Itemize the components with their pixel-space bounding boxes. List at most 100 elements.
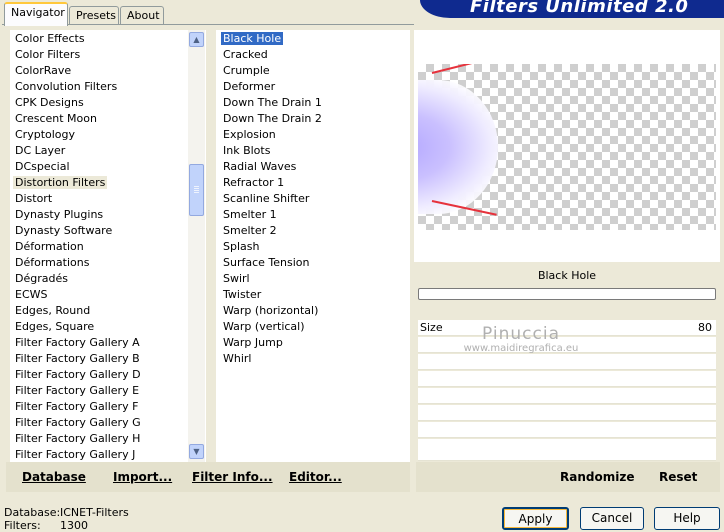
param-row-empty	[418, 405, 716, 421]
filter-item-label: Refractor 1	[223, 176, 285, 189]
tab-about[interactable]: About	[120, 6, 164, 25]
filter-item[interactable]: Black Hole	[221, 31, 284, 47]
scroll-down-icon[interactable]: ▼	[189, 444, 204, 459]
category-item[interactable]: ECWS	[13, 287, 50, 303]
category-item[interactable]: Déformation	[13, 239, 86, 255]
category-item[interactable]: Color Effects	[13, 31, 87, 47]
category-item-label: Distortion Filters	[13, 176, 108, 189]
category-item-label: Crescent Moon	[15, 112, 97, 125]
filter-item-label: Ink Blots	[223, 144, 271, 157]
category-item-label: Convolution Filters	[15, 80, 118, 93]
filter-item[interactable]: Smelter 1	[221, 207, 279, 223]
filter-item-label: Explosion	[223, 128, 276, 141]
category-item-label: ColorRave	[15, 64, 72, 77]
reset-button[interactable]: Reset	[659, 470, 697, 484]
param-value[interactable]: 80	[698, 321, 712, 334]
scroll-up-icon[interactable]: ▲	[189, 32, 204, 47]
filter-item[interactable]: Whirl	[221, 351, 253, 367]
filter-item[interactable]: Explosion	[221, 127, 278, 143]
category-list[interactable]: Color Effects Color Filters ColorRave Convo…	[10, 30, 206, 462]
category-item[interactable]: Dégradés	[13, 271, 70, 287]
filter-item[interactable]: Down The Drain 2	[221, 111, 324, 127]
category-item[interactable]: Filter Factory Gallery F	[13, 399, 140, 415]
category-item[interactable]: Filter Factory Gallery E	[13, 383, 141, 399]
cancel-button[interactable]: Cancel	[580, 507, 644, 530]
category-item[interactable]: ColorRave	[13, 63, 73, 79]
category-item[interactable]: Dynasty Software	[13, 223, 114, 239]
filter-item-label: Smelter 1	[223, 208, 277, 221]
import-button[interactable]: Import...	[113, 470, 172, 484]
help-button[interactable]: Help	[654, 507, 720, 530]
category-item-label: Color Effects	[15, 32, 85, 45]
tab-navigator-label: Navigator	[11, 6, 65, 19]
filter-item[interactable]: Swirl	[221, 271, 252, 287]
category-item[interactable]: Filter Factory Gallery H	[13, 431, 142, 447]
tab-navigator[interactable]: Navigator	[4, 2, 68, 26]
category-item-label: Filter Factory Gallery J	[15, 448, 136, 461]
category-item[interactable]: Dynasty Plugins	[13, 207, 105, 223]
category-item[interactable]: Filter Factory Gallery G	[13, 415, 143, 431]
category-item-label: ECWS	[15, 288, 48, 301]
filter-info-button[interactable]: Filter Info...	[192, 470, 273, 484]
filter-item[interactable]: Splash	[221, 239, 261, 255]
category-item[interactable]: Convolution Filters	[13, 79, 119, 95]
category-item[interactable]: Cryptology	[13, 127, 77, 143]
filter-item[interactable]: Surface Tension	[221, 255, 311, 271]
filter-item[interactable]: Crumple	[221, 63, 272, 79]
progress-bar	[418, 288, 716, 300]
scroll-thumb[interactable]	[189, 164, 204, 216]
category-item[interactable]: DC Layer	[13, 143, 67, 159]
filter-item-label: Crumple	[223, 64, 270, 77]
category-item[interactable]: CPK Designs	[13, 95, 86, 111]
filter-item[interactable]: Down The Drain 1	[221, 95, 324, 111]
filter-item-label: Smelter 2	[223, 224, 277, 237]
apply-button[interactable]: Apply	[502, 507, 569, 530]
filter-item[interactable]: Refractor 1	[221, 175, 286, 191]
rim-top	[431, 64, 501, 74]
category-item[interactable]: Distortion Filters	[13, 175, 108, 191]
category-item[interactable]: Color Filters	[13, 47, 82, 63]
filter-item[interactable]: Warp (horizontal)	[221, 303, 320, 319]
filter-item[interactable]: Smelter 2	[221, 223, 279, 239]
category-item[interactable]: Filter Factory Gallery B	[13, 351, 142, 367]
filter-item[interactable]: Warp Jump	[221, 335, 285, 351]
filter-list[interactable]: Black Hole Cracked Crumple Deformer Down The…	[216, 30, 410, 462]
filter-item-label: Cracked	[223, 48, 268, 61]
filter-item[interactable]: Deformer	[221, 79, 277, 95]
filter-item[interactable]: Radial Waves	[221, 159, 298, 175]
category-item-label: Déformations	[15, 256, 90, 269]
editor-button[interactable]: Editor...	[289, 470, 342, 484]
category-item-label: DCspecial	[15, 160, 70, 173]
category-item[interactable]: Distort	[13, 191, 54, 207]
category-item[interactable]: Filter Factory Gallery J	[13, 447, 137, 463]
database-value: ICNET-Filters	[60, 506, 129, 519]
filter-item[interactable]: Ink Blots	[221, 143, 272, 159]
filter-item[interactable]: Scanline Shifter	[221, 191, 311, 207]
category-item[interactable]: Edges, Round	[13, 303, 92, 319]
database-button[interactable]: Database	[22, 470, 86, 484]
category-item[interactable]: Déformations	[13, 255, 91, 271]
app-title: Filters Unlimited 2.0	[470, 0, 689, 17]
category-item-label: Filter Factory Gallery A	[15, 336, 140, 349]
category-item-label: Déformation	[15, 240, 84, 253]
randomize-button[interactable]: Randomize	[560, 470, 634, 484]
category-item-label: Edges, Round	[15, 304, 91, 317]
category-item[interactable]: Filter Factory Gallery A	[13, 335, 142, 351]
filter-item-label: Twister	[223, 288, 262, 301]
preview-image	[418, 64, 716, 230]
category-item-label: Distort	[15, 192, 53, 205]
category-item[interactable]: Edges, Square	[13, 319, 96, 335]
watermark: Pinuccia www.maidiregrafica.eu	[446, 324, 596, 354]
tab-about-label: About	[127, 9, 160, 22]
tab-presets[interactable]: Presets	[69, 6, 119, 25]
filter-item[interactable]: Cracked	[221, 47, 270, 63]
category-item[interactable]: Filter Factory Gallery D	[13, 367, 143, 383]
category-scrollbar[interactable]: ▲ ▼	[188, 30, 205, 462]
filter-item[interactable]: Twister	[221, 287, 263, 303]
category-item[interactable]: Crescent Moon	[13, 111, 99, 127]
filter-item[interactable]: Warp (vertical)	[221, 319, 307, 335]
param-label: Size	[420, 321, 443, 334]
category-item[interactable]: DCspecial	[13, 159, 72, 175]
filter-item-label: Scanline Shifter	[223, 192, 310, 205]
param-row-empty	[418, 371, 716, 387]
